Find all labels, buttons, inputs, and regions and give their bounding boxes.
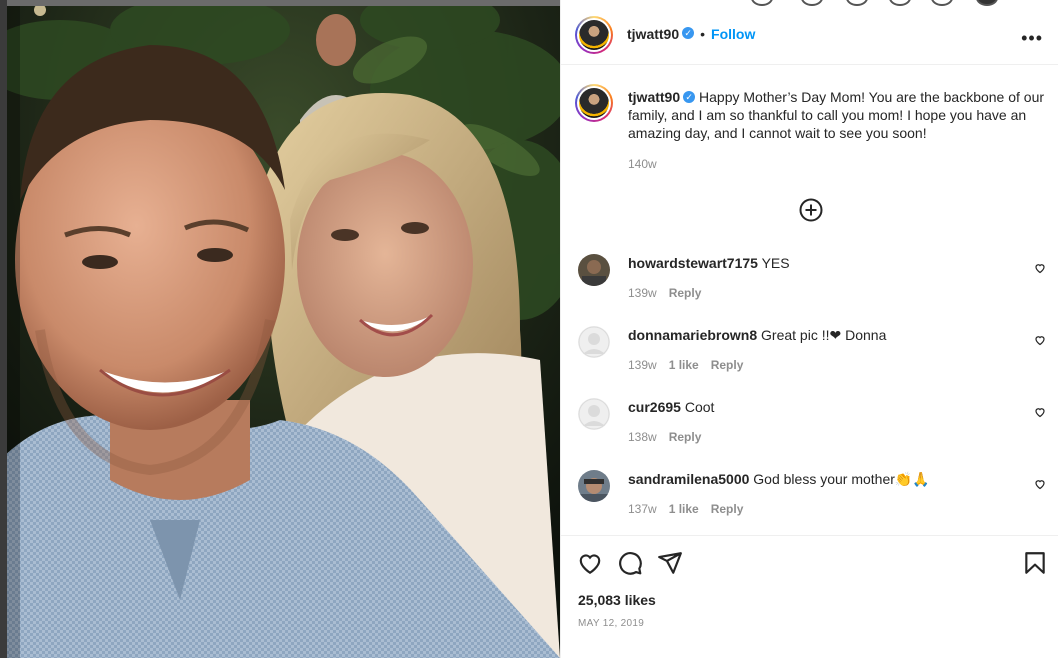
commenter-avatar[interactable] <box>578 254 610 286</box>
post-actions: 25,083 likes MAY 12, 2019 <box>561 535 1058 658</box>
post-details-panel: tjwatt90 ✓ • Follow ••• tjwatt90 ✓ Happy … <box>560 0 1058 658</box>
reply-button[interactable]: Reply <box>669 286 702 300</box>
commenter-avatar[interactable] <box>578 470 610 502</box>
follow-button[interactable]: Follow <box>711 26 755 42</box>
instagram-post-modal: tjwatt90 ✓ • Follow ••• tjwatt90 ✓ Happy … <box>0 0 1058 658</box>
comment-body: Great pic !!❤ Donna <box>761 327 887 343</box>
heart-icon[interactable] <box>577 550 603 576</box>
comment-text: sandramilena5000 God bless your mother👏🙏 <box>628 470 1018 488</box>
plus-circle-icon[interactable] <box>799 198 823 222</box>
modal-left-edge <box>0 0 7 658</box>
commenter-username[interactable]: howardstewart7175 <box>628 255 758 271</box>
verified-badge-icon: ✓ <box>682 27 695 39</box>
comment-heart-icon[interactable] <box>1034 406 1046 418</box>
reply-button[interactable]: Reply <box>711 502 744 516</box>
comment-like-count[interactable]: 1 like <box>669 502 699 516</box>
like-count[interactable]: 25,083 likes <box>578 592 656 608</box>
comment-text: cur2695 Coot <box>628 398 1018 416</box>
comment-heart-icon[interactable] <box>1034 478 1046 490</box>
comment-meta: 137w 1 like Reply <box>628 502 743 516</box>
verified-badge-icon: ✓ <box>683 91 696 104</box>
comment-time[interactable]: 139w <box>628 358 657 372</box>
comment-time[interactable]: 138w <box>628 430 657 444</box>
comment-meta: 139w Reply <box>628 286 701 300</box>
caption-text: tjwatt90 ✓ Happy Mother’s Day Mom! You ar… <box>628 88 1048 142</box>
commenter-username[interactable]: donnamariebrown8 <box>628 327 757 343</box>
comment-text: howardstewart7175 YES <box>628 254 1018 272</box>
caption-avatar[interactable] <box>575 84 613 122</box>
caption-username[interactable]: tjwatt90 <box>628 89 680 105</box>
post-photo[interactable] <box>0 0 560 658</box>
comment-item: cur2695 Coot 138w Reply <box>578 398 1048 458</box>
comment-body: Coot <box>684 399 715 415</box>
comment-body: God bless your mother👏🙏 <box>753 471 930 487</box>
comment-item: howardstewart7175 YES 139w Reply <box>578 254 1048 314</box>
comment-heart-icon[interactable] <box>1034 262 1046 274</box>
comment-body: YES <box>761 255 790 271</box>
post-header: tjwatt90 ✓ • Follow ••• <box>561 6 1058 65</box>
bookmark-icon[interactable] <box>1022 550 1048 576</box>
reply-button[interactable]: Reply <box>669 430 702 444</box>
commenter-avatar[interactable] <box>578 398 610 430</box>
comment-like-count[interactable]: 1 like <box>669 358 699 372</box>
author-line: tjwatt90 ✓ • Follow <box>627 26 755 42</box>
comment-meta: 139w 1 like Reply <box>628 358 743 372</box>
reply-button[interactable]: Reply <box>711 358 744 372</box>
comment-heart-icon[interactable] <box>1034 334 1046 346</box>
comment-icon[interactable] <box>617 550 643 576</box>
commenter-avatar[interactable] <box>578 326 610 358</box>
browser-chrome-strip <box>0 0 560 6</box>
paper-plane-icon[interactable] <box>657 550 683 576</box>
author-avatar[interactable] <box>575 16 613 54</box>
photo-illustration <box>0 0 560 658</box>
more-options-icon[interactable]: ••• <box>1021 28 1043 49</box>
commenter-username[interactable]: sandramilena5000 <box>628 471 749 487</box>
post-date[interactable]: MAY 12, 2019 <box>578 618 644 629</box>
comment-time[interactable]: 137w <box>628 502 657 516</box>
comment-item: donnamariebrown8 Great pic !!❤ Donna 139… <box>578 326 1048 386</box>
comment-item: sandramilena5000 God bless your mother👏🙏… <box>578 470 1048 530</box>
caption-timestamp[interactable]: 140w <box>628 157 657 171</box>
commenter-username[interactable]: cur2695 <box>628 399 681 415</box>
comment-time[interactable]: 139w <box>628 286 657 300</box>
separator-dot: • <box>700 26 706 42</box>
comment-text: donnamariebrown8 Great pic !!❤ Donna <box>628 326 1018 344</box>
author-username[interactable]: tjwatt90 <box>627 26 679 42</box>
comment-meta: 138w Reply <box>628 430 701 444</box>
